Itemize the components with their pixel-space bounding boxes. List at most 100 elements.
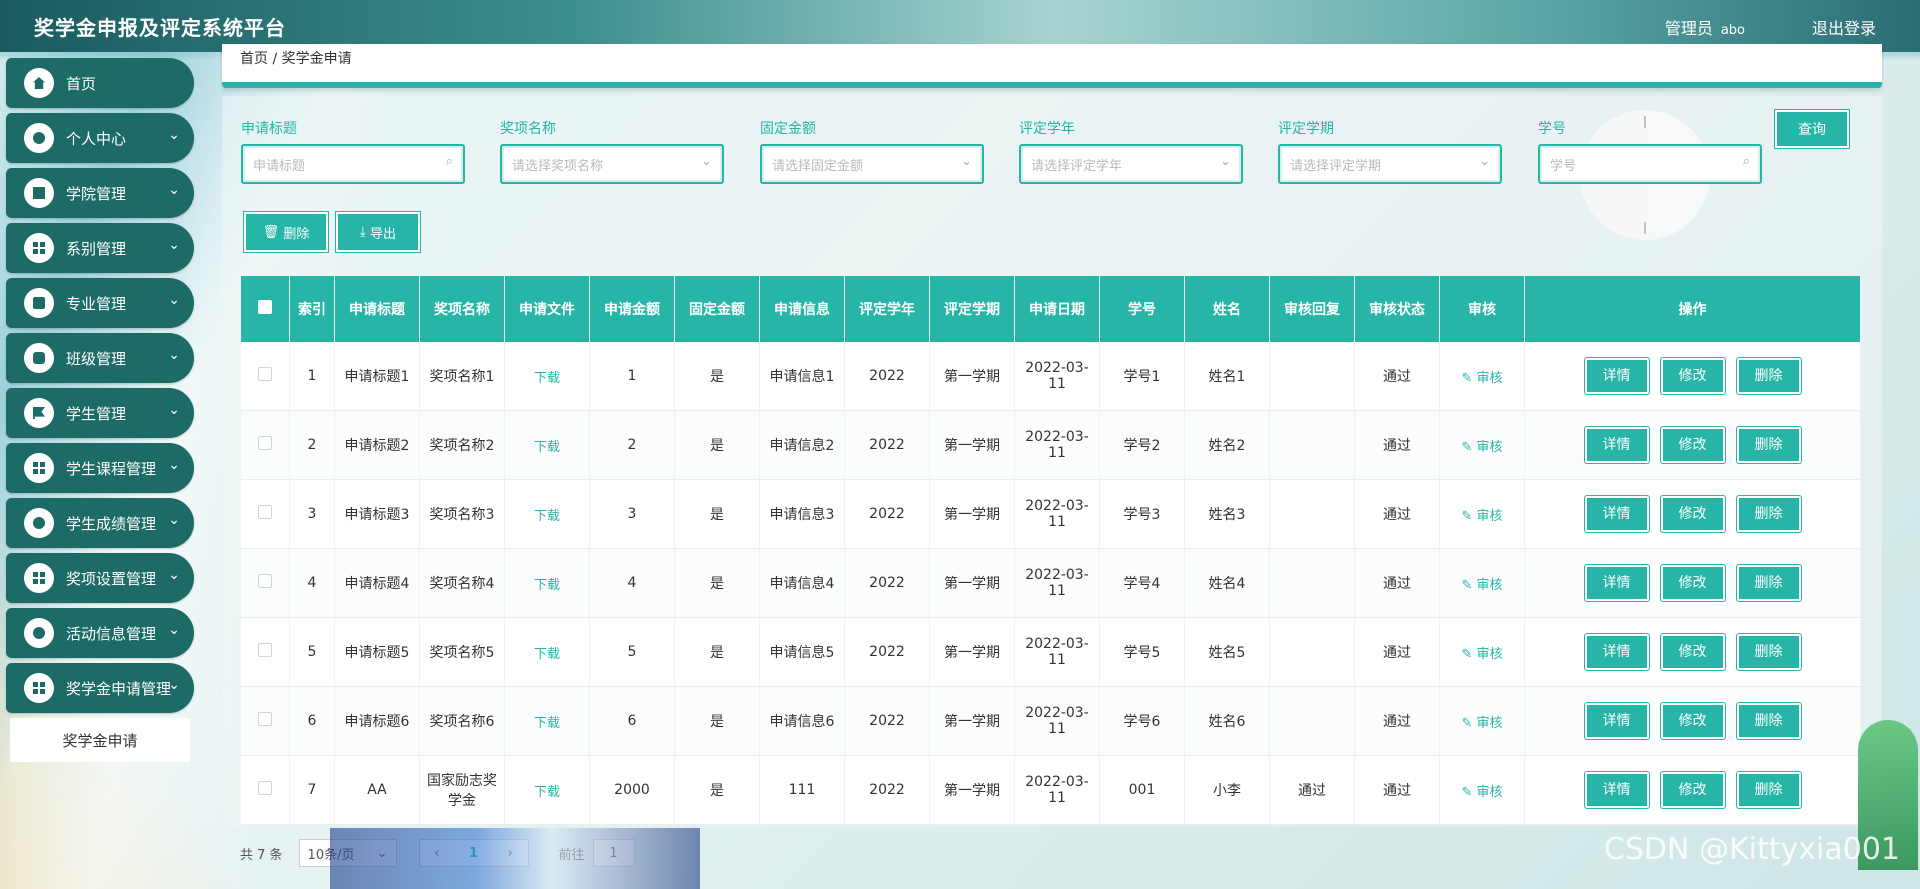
row-checkbox[interactable] — [258, 367, 272, 381]
row-checkbox[interactable] — [258, 712, 272, 726]
row-checkbox[interactable] — [258, 781, 272, 795]
title-input[interactable]: 申请标题 ⌕ — [241, 144, 465, 184]
download-link[interactable]: 下载 — [534, 647, 560, 662]
row-checkbox[interactable] — [258, 505, 272, 519]
cell-file[interactable]: 下载 — [504, 548, 590, 618]
sidebar-item-student-score[interactable]: 学生成绩管理 ⌄ — [6, 498, 194, 548]
edit-button[interactable]: 修改 — [1660, 772, 1725, 808]
cell-file[interactable]: 下载 — [504, 686, 590, 756]
term-select[interactable]: 请选择评定学期 ⌄ — [1278, 144, 1502, 184]
row-checkbox[interactable] — [258, 436, 272, 450]
audit-link[interactable]: 审核 — [1477, 785, 1503, 800]
sidebar-item-award-setting[interactable]: 奖项设置管理 ⌄ — [6, 553, 194, 603]
row-select-cell[interactable] — [241, 548, 290, 618]
fixed-amount-select[interactable]: 请选择固定金额 ⌄ — [760, 144, 984, 184]
logout-link[interactable]: 退出登录 — [1812, 15, 1876, 39]
row-delete-button[interactable]: 删除 — [1736, 427, 1801, 463]
sidebar-item-scholarship-apply[interactable]: 奖学金申请管理 ⌄ — [6, 663, 194, 713]
cell-file[interactable]: 下载 — [504, 617, 590, 687]
sidebar-item-college[interactable]: 学院管理 ⌄ — [6, 168, 194, 218]
cell-text: 第一学期 — [944, 783, 1000, 799]
sidebar-item-activity[interactable]: 活动信息管理 ⌄ — [6, 608, 194, 658]
sidebar-item-major[interactable]: 专业管理 ⌄ — [6, 278, 194, 328]
cell-text: 2022-03-11 — [1025, 429, 1089, 461]
sidebar-item-profile[interactable]: 个人中心 ⌄ — [6, 113, 194, 163]
select-all-checkbox[interactable] — [258, 300, 272, 314]
edit-button[interactable]: 修改 — [1660, 427, 1725, 463]
detail-button[interactable]: 详情 — [1584, 772, 1649, 808]
download-link[interactable]: 下载 — [534, 509, 560, 524]
sidebar-item-department[interactable]: 系别管理 ⌄ — [6, 223, 194, 273]
cell-fixed: 是 — [674, 755, 760, 825]
cell-audit[interactable]: ✎ 审核 — [1439, 617, 1525, 687]
edit-button[interactable]: 修改 — [1660, 703, 1725, 739]
cell-audit[interactable]: ✎ 审核 — [1439, 548, 1525, 618]
audit-link[interactable]: 审核 — [1477, 578, 1503, 593]
delete-button[interactable]: 🗑 删除 — [244, 212, 328, 252]
cell-file[interactable]: 下载 — [504, 479, 590, 549]
header-select-all[interactable] — [241, 276, 290, 342]
cell-text: 2 — [307, 437, 317, 453]
cell-file[interactable]: 下载 — [504, 410, 590, 480]
cell-audit[interactable]: ✎ 审核 — [1439, 410, 1525, 480]
sidebar-item-home[interactable]: 首页 — [6, 58, 194, 108]
sidebar-item-student[interactable]: 学生管理 ⌄ — [6, 388, 194, 438]
audit-link[interactable]: 审核 — [1477, 509, 1503, 524]
audit-link[interactable]: 审核 — [1477, 371, 1503, 386]
row-select-cell[interactable] — [241, 755, 290, 825]
detail-button[interactable]: 详情 — [1584, 703, 1649, 739]
detail-button[interactable]: 详情 — [1584, 427, 1649, 463]
row-select-cell[interactable] — [241, 479, 290, 549]
row-delete-button[interactable]: 删除 — [1736, 565, 1801, 601]
row-select-cell[interactable] — [241, 686, 290, 756]
table-row: 3 申请标题3 奖项名称3 下载 3 是 申请信息3 2022 第一学期 2022-03-11 学号… — [241, 479, 1861, 549]
edit-button[interactable]: 修改 — [1660, 358, 1725, 394]
cell-file[interactable]: 下载 — [504, 342, 590, 411]
row-select-cell[interactable] — [241, 342, 290, 411]
row-delete-button[interactable]: 删除 — [1736, 703, 1801, 739]
detail-button[interactable]: 详情 — [1584, 634, 1649, 670]
row-checkbox[interactable] — [258, 643, 272, 657]
row-select-cell[interactable] — [241, 410, 290, 480]
sidebar-item-student-course[interactable]: 学生课程管理 ⌄ — [6, 443, 194, 493]
search-field-title: 申请标题 申请标题 ⌕ — [241, 118, 465, 184]
search-icon: ⌕ — [445, 154, 453, 169]
sidebar-item-class[interactable]: 班级管理 ⌄ — [6, 333, 194, 383]
student-id-input[interactable]: 学号 ⌕ — [1538, 144, 1762, 184]
edit-button[interactable]: 修改 — [1660, 496, 1725, 532]
cell-audit[interactable]: ✎ 审核 — [1439, 686, 1525, 756]
audit-link[interactable]: 审核 — [1477, 716, 1503, 731]
row-delete-button[interactable]: 删除 — [1736, 772, 1801, 808]
audit-link[interactable]: 审核 — [1477, 647, 1503, 662]
award-select[interactable]: 请选择奖项名称 ⌄ — [500, 144, 724, 184]
download-link[interactable]: 下载 — [534, 371, 560, 386]
row-delete-button[interactable]: 删除 — [1736, 358, 1801, 394]
row-delete-button[interactable]: 删除 — [1736, 496, 1801, 532]
detail-button[interactable]: 详情 — [1584, 358, 1649, 394]
download-link[interactable]: 下载 — [534, 578, 560, 593]
cell-audit[interactable]: ✎ 审核 — [1439, 479, 1525, 549]
cell-term: 第一学期 — [929, 410, 1015, 480]
detail-button[interactable]: 详情 — [1584, 496, 1649, 532]
detail-button[interactable]: 详情 — [1584, 565, 1649, 601]
sidebar-subitem-scholarship-apply[interactable]: 奖学金申请 — [10, 718, 190, 762]
download-link[interactable]: 下载 — [534, 785, 560, 800]
download-link[interactable]: 下载 — [534, 440, 560, 455]
audit-link[interactable]: 审核 — [1477, 440, 1503, 455]
row-checkbox[interactable] — [258, 574, 272, 588]
cell-name: 姓名6 — [1184, 686, 1270, 756]
edit-button[interactable]: 修改 — [1660, 634, 1725, 670]
query-button[interactable]: 查询 — [1775, 110, 1849, 148]
breadcrumb-home[interactable]: 首页 — [240, 51, 268, 67]
year-select[interactable]: 请选择评定学年 ⌄ — [1019, 144, 1243, 184]
cell-audit[interactable]: ✎ 审核 — [1439, 342, 1525, 411]
cell-text: 申请信息1 — [769, 369, 835, 385]
download-link[interactable]: 下载 — [534, 716, 560, 731]
row-select-cell[interactable] — [241, 617, 290, 687]
cell-file[interactable]: 下载 — [504, 755, 590, 825]
cell-audit[interactable]: ✎ 审核 — [1439, 755, 1525, 825]
cell-title: 申请标题3 — [334, 479, 420, 549]
edit-button[interactable]: 修改 — [1660, 565, 1725, 601]
row-delete-button[interactable]: 删除 — [1736, 634, 1801, 670]
export-button[interactable]: ⤓ 导出 — [336, 212, 420, 252]
